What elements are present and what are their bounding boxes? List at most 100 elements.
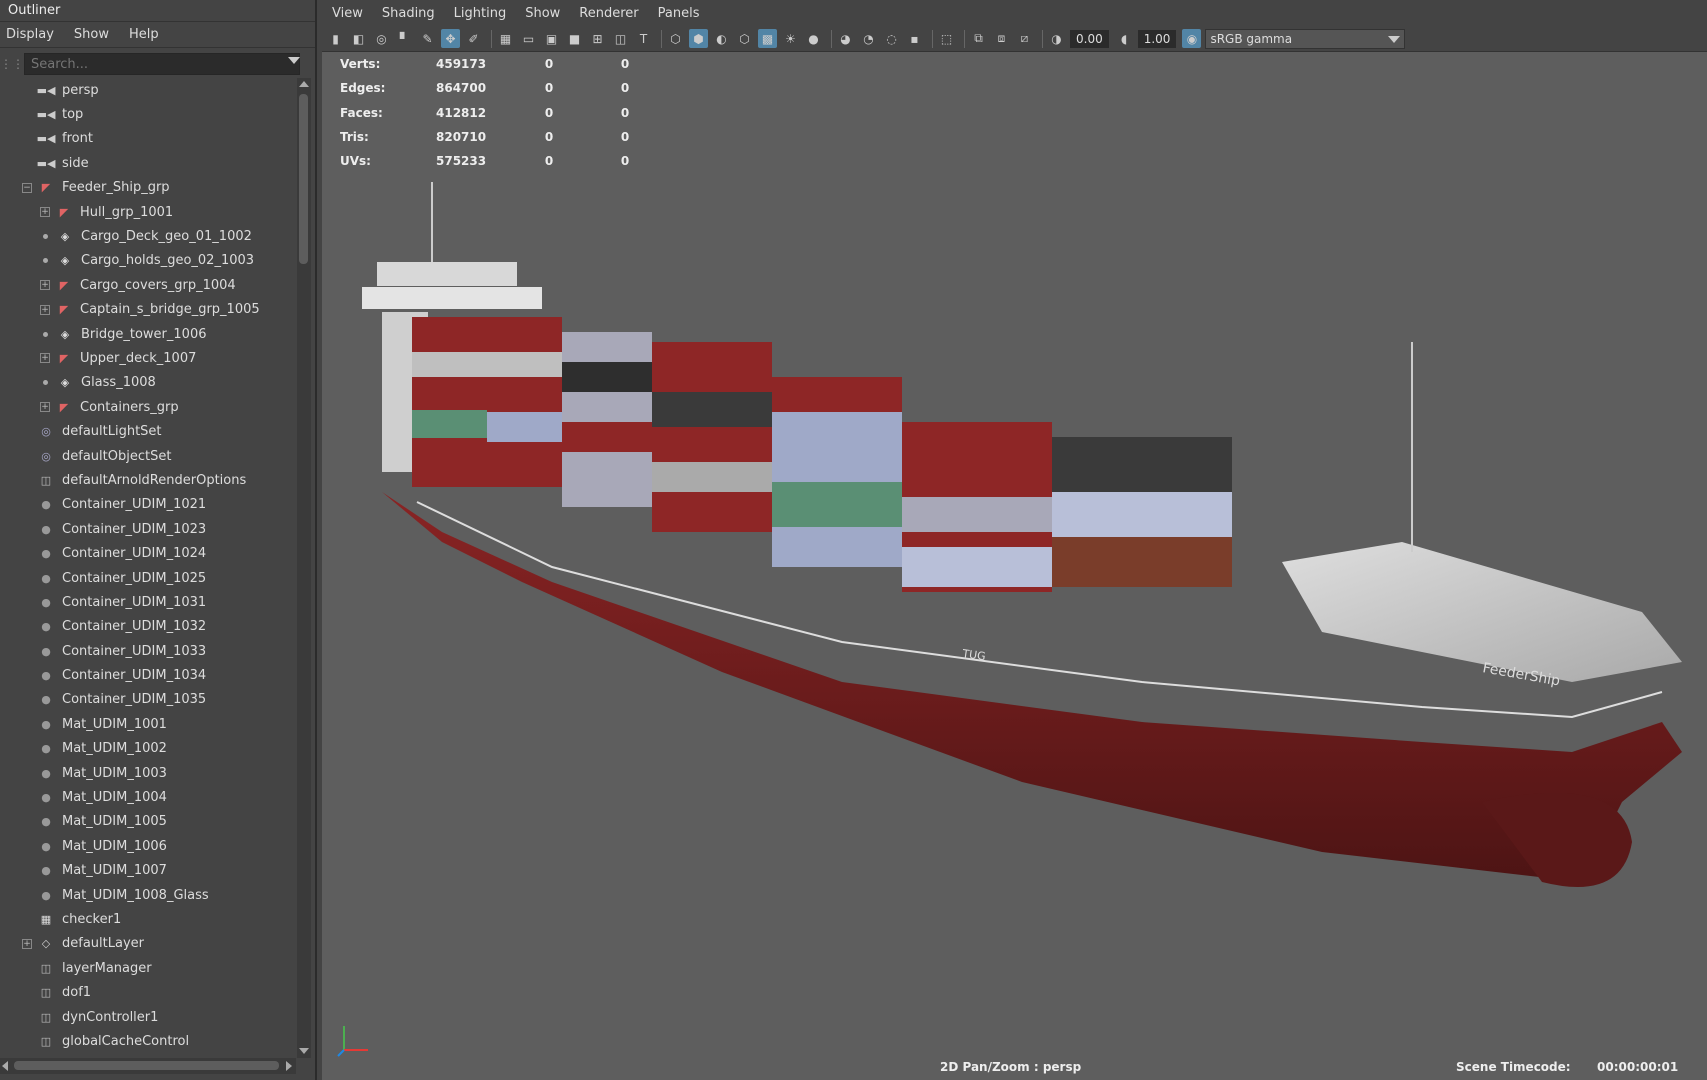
- menu-shading[interactable]: Shading: [382, 6, 435, 21]
- outliner-item[interactable]: ▬◀ side: [0, 151, 296, 175]
- outliner-item[interactable]: ◫ dynController1: [0, 1005, 296, 1029]
- expand-icon[interactable]: +: [40, 207, 50, 218]
- motion-blur-icon[interactable]: ◔: [859, 29, 878, 48]
- outliner-item[interactable]: ▦ checker1: [0, 907, 296, 931]
- outliner-item[interactable]: + ◤ Captain_s_bridge_grp_1005: [0, 298, 296, 322]
- ambient-occlusion-icon[interactable]: ◕: [836, 29, 855, 48]
- collapse-icon[interactable]: −: [22, 182, 32, 193]
- outliner-item[interactable]: ◈ Glass_1008: [0, 371, 296, 395]
- xray-joints-icon[interactable]: ⧄: [1015, 29, 1034, 48]
- menu-lighting[interactable]: Lighting: [454, 6, 507, 21]
- xray-icon[interactable]: ⧉: [969, 29, 988, 48]
- use-all-lights-icon[interactable]: ☀: [781, 29, 800, 48]
- menu-view[interactable]: View: [332, 6, 363, 21]
- outliner-item[interactable]: ● Mat_UDIM_1003: [0, 761, 296, 785]
- outliner-item[interactable]: ● Mat_UDIM_1007: [0, 859, 296, 883]
- outliner-item[interactable]: ● Container_UDIM_1035: [0, 688, 296, 712]
- depth-of-field-icon[interactable]: ▪: [905, 29, 924, 48]
- scrollbar-thumb[interactable]: [299, 94, 308, 264]
- wireframe-icon[interactable]: ⬡: [666, 29, 685, 48]
- outliner-item[interactable]: ● Mat_UDIM_1001: [0, 712, 296, 736]
- menu-show[interactable]: Show: [74, 27, 109, 42]
- menu-show[interactable]: Show: [525, 6, 560, 21]
- outliner-item[interactable]: ◎ defaultLightSet: [0, 419, 296, 443]
- menu-renderer[interactable]: Renderer: [579, 6, 638, 21]
- color-space-dropdown[interactable]: sRGB gamma: [1205, 28, 1406, 49]
- scroll-up-icon[interactable]: [299, 81, 309, 87]
- outliner-item[interactable]: + ◤ Upper_deck_1007: [0, 346, 296, 370]
- outliner-item[interactable]: ● Container_UDIM_1025: [0, 566, 296, 590]
- grease-pencil-icon[interactable]: ✐: [464, 29, 483, 48]
- expand-icon[interactable]: +: [22, 938, 32, 949]
- outliner-item[interactable]: ◫ layerManager: [0, 956, 296, 980]
- safe-action-icon[interactable]: ◫: [611, 29, 630, 48]
- menu-panels[interactable]: Panels: [658, 6, 700, 21]
- outliner-item[interactable]: ◈ Cargo_holds_geo_02_1003: [0, 249, 296, 273]
- outliner-item[interactable]: + ◤ Cargo_covers_grp_1004: [0, 273, 296, 297]
- exposure-icon[interactable]: ◑: [1047, 29, 1066, 48]
- outliner-item[interactable]: ● Container_UDIM_1034: [0, 663, 296, 687]
- scroll-left-icon[interactable]: [2, 1061, 8, 1071]
- outliner-item[interactable]: − ◤ Feeder_Ship_grp: [0, 176, 296, 200]
- outliner-item[interactable]: ● Container_UDIM_1031: [0, 590, 296, 614]
- outliner-item[interactable]: ▬◀ top: [0, 102, 296, 126]
- search-dropdown-icon[interactable]: [288, 57, 300, 64]
- default-material-icon[interactable]: ◐: [712, 29, 731, 48]
- outliner-item[interactable]: ● Container_UDIM_1024: [0, 541, 296, 565]
- outliner-item[interactable]: ● Container_UDIM_1023: [0, 517, 296, 541]
- grid-icon[interactable]: ▦: [496, 29, 515, 48]
- outliner-item[interactable]: ◫ globalCacheControl: [0, 1029, 296, 1053]
- expand-icon[interactable]: +: [40, 280, 50, 291]
- expand-icon[interactable]: +: [40, 304, 50, 315]
- smooth-shade-icon[interactable]: ⬢: [689, 29, 708, 48]
- image-plane-icon[interactable]: ✎: [418, 29, 437, 48]
- camera-lock-icon[interactable]: ◎: [372, 29, 391, 48]
- outliner-item[interactable]: ● Mat_UDIM_1004: [0, 785, 296, 809]
- container-ship-model[interactable]: FeederShip TUG: [322, 162, 1707, 982]
- filter-icon[interactable]: ⋮⋮: [0, 52, 24, 76]
- outliner-item[interactable]: ● Container_UDIM_1033: [0, 639, 296, 663]
- outliner-item[interactable]: ● Mat_UDIM_1002: [0, 737, 296, 761]
- outliner-item[interactable]: ▬◀ persp: [0, 78, 296, 102]
- outliner-item[interactable]: ◎ defaultObjectSet: [0, 444, 296, 468]
- xray-active-icon[interactable]: ⧈: [992, 29, 1011, 48]
- outliner-item[interactable]: + ◇ defaultLayer: [0, 932, 296, 956]
- outliner-horizontal-scrollbar[interactable]: [0, 1058, 296, 1074]
- outliner-item[interactable]: ◈ Cargo_Deck_geo_01_1002: [0, 224, 296, 248]
- outliner-item[interactable]: ● Container_UDIM_1032: [0, 615, 296, 639]
- expand-icon[interactable]: +: [40, 402, 50, 413]
- outliner-item[interactable]: + ◤ Hull_grp_1001: [0, 200, 296, 224]
- gamma-field[interactable]: 1.00: [1137, 29, 1177, 48]
- outliner-item[interactable]: ● Mat_UDIM_1008_Glass: [0, 883, 296, 907]
- isolate-select-icon[interactable]: ⬚: [937, 29, 956, 48]
- expand-icon[interactable]: +: [40, 353, 50, 364]
- outliner-item[interactable]: ◫ dof1: [0, 980, 296, 1004]
- scrollbar-thumb[interactable]: [14, 1061, 279, 1070]
- textured-icon[interactable]: ▩: [758, 29, 777, 48]
- color-management-icon[interactable]: ◉: [1182, 29, 1202, 48]
- safe-title-icon[interactable]: T: [634, 29, 653, 48]
- outliner-vertical-scrollbar[interactable]: [297, 78, 311, 1058]
- wireframe-on-shaded-icon[interactable]: ⬡: [735, 29, 754, 48]
- outliner-item[interactable]: ● Mat_UDIM_1005: [0, 810, 296, 834]
- outliner-item[interactable]: + ◤ Containers_grp: [0, 395, 296, 419]
- select-camera-icon[interactable]: ▮: [326, 29, 345, 48]
- anti-aliasing-icon[interactable]: ◌: [882, 29, 901, 48]
- menu-help[interactable]: Help: [129, 27, 159, 42]
- 3d-viewport[interactable]: Verts: 459173 0 0 Edges: 864700 0 0 Faces: 412812…: [322, 52, 1707, 1080]
- menu-display[interactable]: Display: [6, 27, 54, 42]
- outliner-item[interactable]: ▬◀ front: [0, 127, 296, 151]
- scroll-right-icon[interactable]: [286, 1061, 292, 1071]
- outliner-item[interactable]: ● Container_UDIM_1021: [0, 493, 296, 517]
- bookmark-icon[interactable]: ▘: [395, 29, 414, 48]
- outliner-item[interactable]: ◈ Bridge_tower_1006: [0, 322, 296, 346]
- outliner-item[interactable]: ◫ defaultArnoldRenderOptions: [0, 468, 296, 492]
- field-chart-icon[interactable]: ⊞: [588, 29, 607, 48]
- film-gate-icon[interactable]: ▭: [519, 29, 538, 48]
- scroll-down-icon[interactable]: [299, 1048, 309, 1054]
- resolution-gate-icon[interactable]: ▣: [542, 29, 561, 48]
- search-input[interactable]: [24, 53, 300, 75]
- outliner-item[interactable]: ● Mat_UDIM_1006: [0, 834, 296, 858]
- gamma-icon[interactable]: ◖: [1115, 29, 1134, 48]
- shadows-icon[interactable]: ●: [804, 29, 823, 48]
